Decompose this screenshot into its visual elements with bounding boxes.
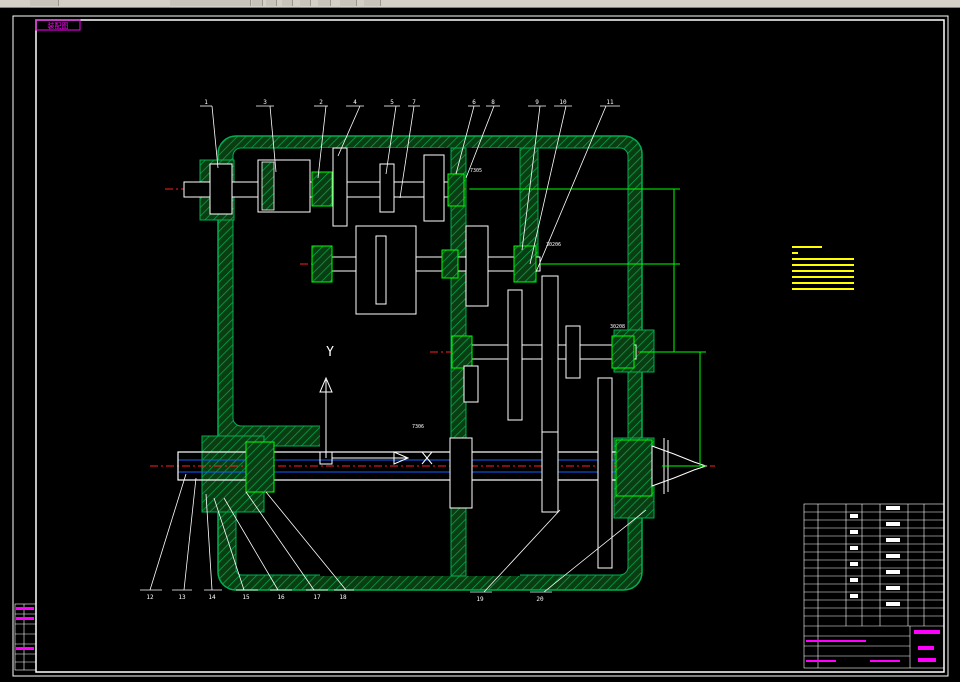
spindle-gear-z8: [541, 431, 559, 513]
bearing-label-30208: 30208: [610, 324, 625, 330]
parts-list-cells: [850, 506, 900, 606]
axis-label-y: Y: [326, 345, 334, 360]
callout-14: 14: [208, 594, 216, 601]
toolbar-button-redo[interactable]: [300, 0, 311, 6]
callout-15: 15: [242, 594, 250, 601]
cad-app-window: 装配图 Y 1 3 2 4 5 7 6 8 9 10 11 12 13 14 1…: [0, 0, 960, 682]
gear-z7: [565, 325, 581, 379]
bearing-label-7306: 7306: [412, 424, 424, 430]
technical-notes: [792, 246, 854, 290]
toolbar-button-pan[interactable]: [340, 0, 357, 6]
toolbar-button-zoom[interactable]: [318, 0, 331, 6]
gear-z1: [332, 147, 348, 227]
input-bearing: [209, 163, 233, 215]
cad-drawing-canvas[interactable]: 装配图 Y 1 3 2 4 5 7 6 8 9 10 11 12 13 14 1…: [0, 7, 960, 682]
toolbar-button-paste[interactable]: [266, 0, 277, 6]
callout-3: 3: [263, 99, 267, 106]
bearing-a: [311, 171, 333, 207]
bearing-label-7305: 7305: [470, 168, 482, 174]
revision-strip: [14, 603, 37, 671]
gear-z6: [541, 275, 559, 437]
bearing-b: [447, 173, 465, 207]
intermediate-shaft: [317, 256, 541, 272]
callout-5: 5: [390, 99, 394, 106]
callout-10: 10: [559, 99, 567, 106]
frame-tag-text: 装配图: [48, 21, 69, 30]
callout-19: 19: [476, 596, 484, 603]
toolbar-button-edit[interactable]: [170, 0, 251, 6]
callout-18: 18: [339, 594, 347, 601]
callout-numbers-top: 1 3 2 4 5 7 6 8 9 10 11: [204, 99, 614, 106]
gear-z5: [507, 289, 523, 421]
bearing-label-30206: 30206: [546, 242, 561, 248]
callout-4: 4: [353, 99, 357, 106]
callout-9: 9: [535, 99, 539, 106]
spindle-rear-bearing: [449, 437, 473, 509]
callout-numbers-bottom: 12 13 14 15 16 17 18 19 20: [146, 594, 544, 603]
toolbar-button-undo[interactable]: [282, 0, 293, 6]
callout-11: 11: [606, 99, 614, 106]
toolbar-button-properties[interactable]: [364, 0, 381, 6]
callout-17: 17: [313, 594, 321, 601]
callout-7: 7: [412, 99, 416, 106]
gear-z4: [465, 225, 489, 307]
spindle-front-bearing: [245, 441, 275, 493]
callout-8: 8: [491, 99, 495, 106]
bearing-c: [311, 245, 333, 283]
callout-1: 1: [204, 99, 208, 106]
toolbar-button-file[interactable]: [30, 0, 59, 6]
callout-12: 12: [146, 594, 154, 601]
parts-list-table: [803, 503, 945, 669]
callout-20: 20: [536, 596, 544, 603]
callout-6: 6: [472, 99, 476, 106]
toolbar-button-copy[interactable]: [252, 0, 263, 6]
callout-2: 2: [319, 99, 323, 106]
callout-16: 16: [277, 594, 285, 601]
gear-z2: [379, 163, 395, 213]
gear-z3: [423, 154, 445, 222]
callout-13: 13: [178, 594, 186, 601]
